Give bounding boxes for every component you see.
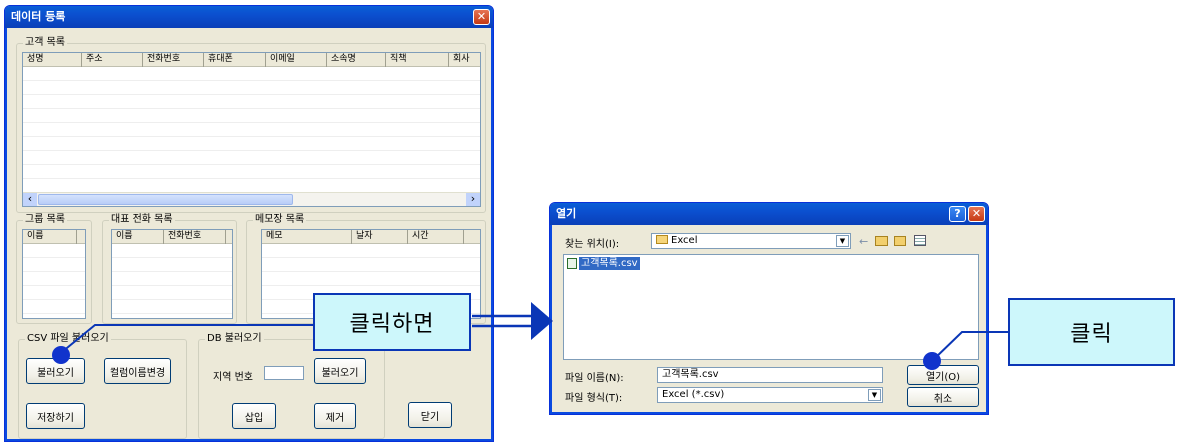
file-item[interactable]: 고객목록.csv	[567, 257, 640, 270]
col-header[interactable]: 메모	[262, 230, 352, 244]
db-load-label: DB 불러오기	[205, 333, 264, 345]
csv-load-group: CSV 파일 불러오기 불러오기 컬럼이름변경 저장하기	[18, 333, 187, 439]
col-header[interactable]: 소속명	[327, 53, 386, 67]
col-header[interactable]: 성명	[23, 53, 82, 67]
horizontal-scrollbar[interactable]: ‹ ›	[23, 192, 480, 206]
region-code-label: 지역 번호	[213, 372, 253, 383]
csv-file-icon	[567, 258, 577, 269]
filetype-combo[interactable]: Excel (*.csv) ▼	[657, 387, 883, 403]
new-folder-icon[interactable]	[894, 236, 906, 246]
phone-list-group: 대표 전화 목록 이름 전화번호	[102, 214, 237, 324]
col-header[interactable]: 날자	[352, 230, 408, 244]
chevron-down-icon[interactable]: ▼	[868, 389, 881, 401]
close-button[interactable]: 닫기	[408, 402, 452, 428]
col-header[interactable]: 주소	[82, 53, 143, 67]
col-header[interactable]: 이름	[23, 230, 77, 244]
window-client: 고객 목록 성명 주소 전화번호 휴대폰 이메일 소속명 직책 회사 ‹ › 그…	[8, 28, 490, 439]
callout-main: 클릭하면	[313, 293, 471, 351]
click-marker-main	[52, 346, 70, 364]
filename-input[interactable]: 고객목록.csv	[657, 367, 883, 383]
look-in-value: Excel	[671, 235, 698, 246]
help-icon[interactable]: ?	[949, 206, 966, 222]
phone-list-header: 이름 전화번호	[112, 230, 232, 244]
group-list-header: 이름	[23, 230, 85, 244]
chevron-down-icon[interactable]: ▼	[836, 235, 849, 247]
memo-list-header: 메모 날자 시간	[262, 230, 480, 244]
col-header[interactable]: 휴대폰	[204, 53, 266, 67]
phone-list-label: 대표 전화 목록	[109, 214, 175, 226]
col-header[interactable]: 이메일	[266, 53, 327, 67]
region-code-input[interactable]	[264, 366, 304, 380]
col-header[interactable]: 직책	[386, 53, 449, 67]
scroll-right-icon[interactable]: ›	[466, 193, 480, 206]
look-in-combo[interactable]: Excel ▼	[651, 233, 851, 249]
dialog-title-text: 열기	[556, 207, 577, 220]
callout-dialog: 클릭	[1008, 298, 1175, 366]
dialog-title: 열기 ? ✕	[550, 203, 988, 225]
scroll-thumb[interactable]	[38, 194, 293, 205]
customer-list-view[interactable]: 성명 주소 전화번호 휴대폰 이메일 소속명 직책 회사 ‹ ›	[22, 52, 481, 207]
folder-icon	[656, 235, 668, 244]
close-icon[interactable]: ✕	[473, 9, 490, 25]
csv-load-label: CSV 파일 불러오기	[25, 333, 111, 345]
open-button[interactable]: 열기(O)	[907, 365, 979, 385]
look-in-label: 찾는 위치(I):	[565, 239, 620, 250]
col-header[interactable]: 시간	[408, 230, 464, 244]
customer-list-label: 고객 목록	[23, 37, 67, 49]
window-title: 데이터 등록 ✕	[5, 6, 493, 28]
file-item-name: 고객목록.csv	[579, 257, 640, 270]
db-load-button[interactable]: 불러오기	[314, 358, 366, 384]
window-title-text: 데이터 등록	[11, 10, 66, 23]
dialog-client: 찾는 위치(I): Excel ▼ ← 고객목록.csv 파일 이름(N): 고…	[553, 225, 985, 411]
cancel-button[interactable]: 취소	[907, 387, 979, 407]
insert-button[interactable]: 삽입	[232, 403, 276, 429]
rename-columns-button[interactable]: 컬럼이름변경	[104, 358, 171, 384]
filetype-value: Excel (*.csv)	[662, 389, 725, 400]
customer-list-header: 성명 주소 전화번호 휴대폰 이메일 소속명 직책 회사	[23, 53, 480, 67]
save-button[interactable]: 저장하기	[26, 403, 85, 429]
close-icon[interactable]: ✕	[968, 206, 985, 222]
col-header[interactable]: 회사	[449, 53, 480, 67]
back-icon[interactable]: ←	[859, 235, 868, 248]
view-menu-icon[interactable]	[914, 235, 926, 246]
phone-list-view[interactable]: 이름 전화번호	[111, 229, 233, 319]
remove-button[interactable]: 제거	[314, 403, 356, 429]
col-header[interactable]: 전화번호	[164, 230, 226, 244]
group-list-group: 그룹 목록 이름	[16, 214, 92, 324]
open-file-dialog: 열기 ? ✕ 찾는 위치(I): Excel ▼ ← 고객목록.csv 파일 이…	[549, 202, 989, 415]
col-header[interactable]: 전화번호	[143, 53, 204, 67]
col-header[interactable]: 이름	[112, 230, 164, 244]
up-folder-icon[interactable]	[875, 236, 888, 246]
customer-list-rows	[23, 67, 480, 192]
customer-list-group: 고객 목록 성명 주소 전화번호 휴대폰 이메일 소속명 직책 회사 ‹ ›	[16, 37, 486, 213]
group-list-label: 그룹 목록	[23, 214, 67, 226]
group-list-view[interactable]: 이름	[22, 229, 86, 319]
data-entry-window: 데이터 등록 ✕ 고객 목록 성명 주소 전화번호 휴대폰 이메일 소속명 직책…	[4, 5, 494, 442]
file-list[interactable]: 고객목록.csv	[563, 254, 979, 360]
group-list-rows	[23, 244, 85, 318]
filetype-label: 파일 형식(T):	[565, 393, 623, 404]
db-load-group: DB 불러오기 지역 번호 불러오기 삽입 제거	[198, 333, 385, 439]
scroll-left-icon[interactable]: ‹	[23, 193, 37, 206]
phone-list-rows	[112, 244, 232, 318]
memo-list-label: 메모장 목록	[253, 214, 307, 226]
filename-label: 파일 이름(N):	[565, 373, 624, 384]
click-marker-dialog	[923, 352, 941, 370]
